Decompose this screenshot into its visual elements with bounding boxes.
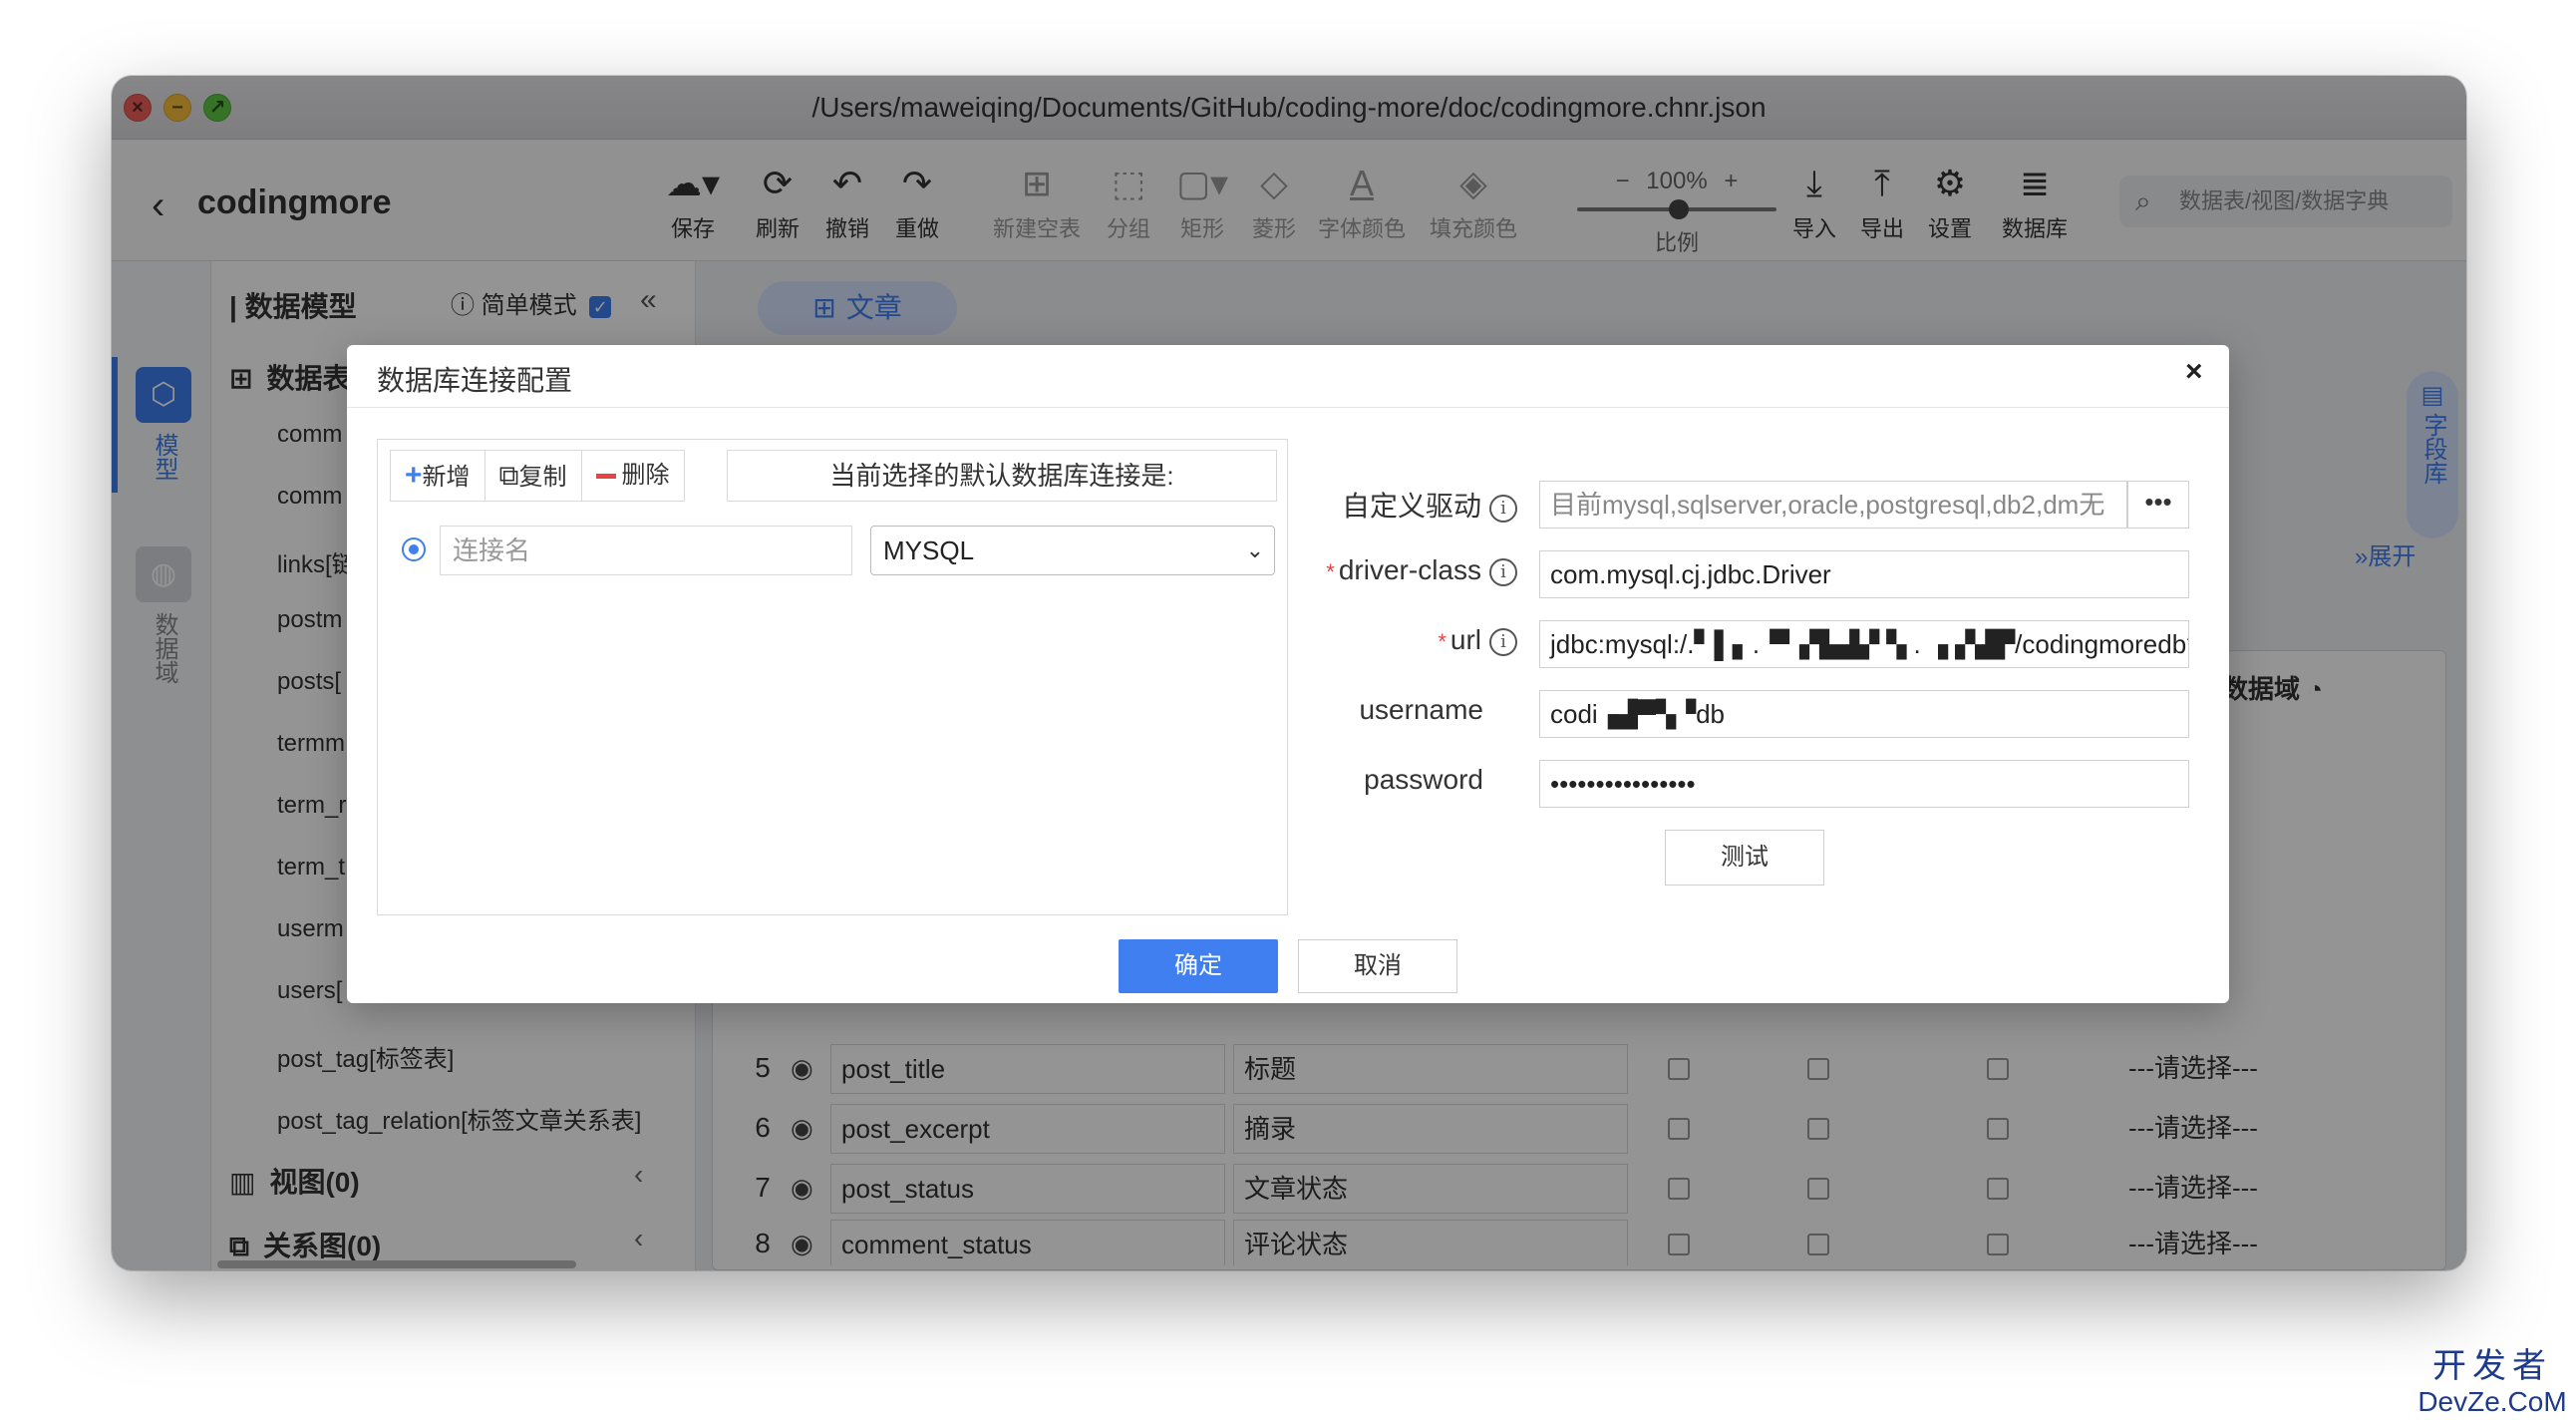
url-input[interactable]: jdbc:mysql:/.▘▌▖.▝▘▞▙▟▞ ▚ . ▗ ▞▟▛/coding…	[1539, 620, 2189, 668]
info-icon[interactable]: i	[1489, 627, 1517, 656]
delete-connection-button[interactable]: 删除	[582, 451, 684, 501]
required-marker: *	[1326, 559, 1335, 584]
confirm-button[interactable]: 确定	[1119, 939, 1278, 993]
username-label: username	[1359, 694, 1483, 725]
password-input[interactable]: ••••••••••••••••	[1539, 760, 2189, 808]
divider	[347, 407, 2229, 408]
connection-actions: +新增 ⧉复制 删除	[390, 450, 685, 502]
db-type-select[interactable]: MYSQL ⌄	[870, 526, 1275, 575]
driver-class-input[interactable]: com.mysql.cj.jdbc.Driver	[1539, 550, 2189, 598]
url-label: * url i	[1438, 624, 1517, 656]
add-connection-button[interactable]: +新增	[391, 451, 485, 501]
chevron-down-icon: ⌄	[1245, 537, 1264, 562]
required-marker: *	[1438, 629, 1447, 654]
custom-driver-label: 自定义驱动 i	[1342, 485, 1517, 525]
test-connection-button[interactable]: 测试	[1665, 830, 1824, 886]
minus-icon	[595, 474, 616, 480]
dialog-title: 数据库连接配置	[377, 365, 573, 396]
username-input[interactable]: codi▗▟▀▚▝db	[1539, 690, 2189, 738]
password-label: password	[1364, 764, 1483, 795]
cancel-button[interactable]: 取消	[1298, 939, 1457, 993]
current-default-connection: 当前选择的默认数据库连接是:	[727, 450, 1277, 502]
connection-name-input[interactable]: 连接名	[440, 526, 852, 575]
close-icon[interactable]: ×	[2185, 355, 2203, 389]
info-icon[interactable]: i	[1489, 494, 1517, 523]
copy-icon: ⧉	[498, 460, 519, 491]
plus-icon: +	[405, 459, 423, 492]
default-connection-radio[interactable]	[402, 537, 426, 561]
info-icon[interactable]: i	[1489, 557, 1517, 586]
more-options-button[interactable]: •••	[2127, 481, 2189, 529]
custom-driver-input[interactable]: 目前mysql,sqlserver,oracle,postgresql,db2,…	[1539, 481, 2127, 529]
copy-connection-button[interactable]: ⧉复制	[485, 451, 582, 501]
driver-class-label: * driver-class i	[1326, 554, 1517, 586]
watermark-logo: 开发者 DevZe.CoM	[2417, 1347, 2567, 1417]
connection-list-pane: +新增 ⧉复制 删除 当前选择的默认数据库连接是: 连接名 MYSQL ⌄	[377, 439, 1288, 915]
db-connection-dialog: 数据库连接配置 × +新增 ⧉复制 删除 当前选择的默认数据库连接是: 连接名 …	[347, 345, 2229, 1003]
